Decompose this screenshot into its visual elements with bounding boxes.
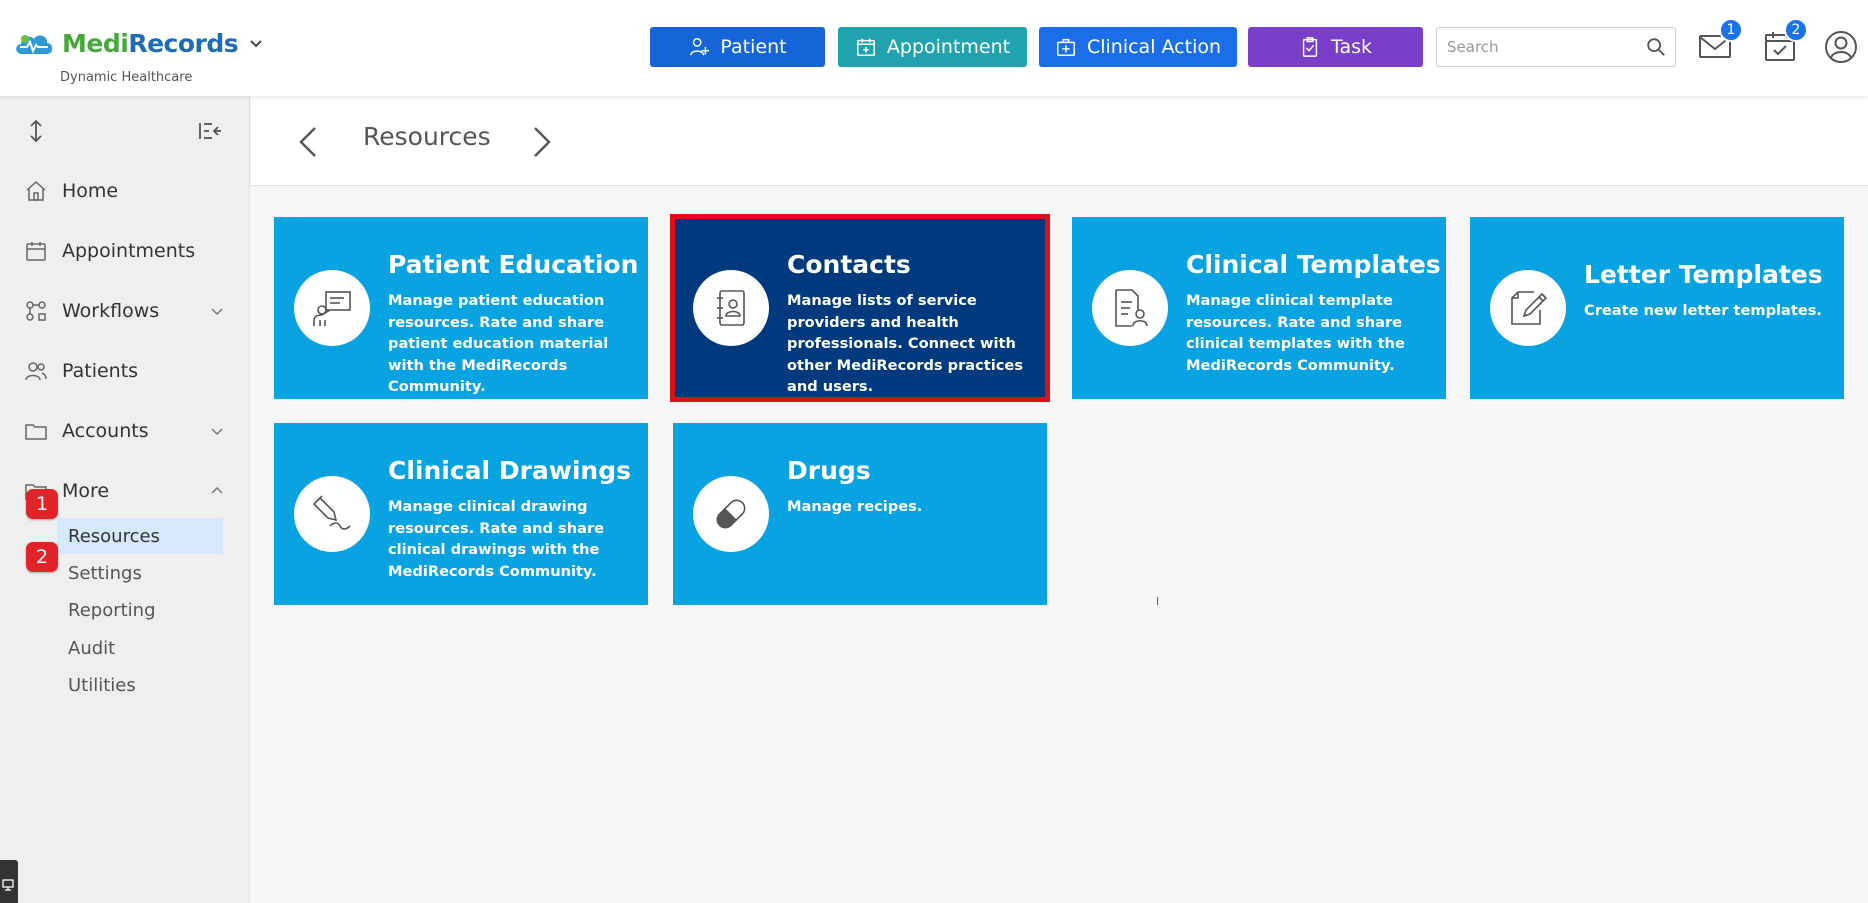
side-toggle-tab[interactable]	[0, 860, 18, 903]
sidebar-item-label: Patients	[62, 360, 139, 382]
user-circle-icon	[1825, 31, 1857, 63]
card-description: Create new letter templates.	[1584, 302, 1822, 319]
card-description: Manage clinical template resources. Rate…	[1186, 292, 1405, 374]
collapse-sidebar-icon[interactable]	[198, 120, 222, 142]
sidebar: Home Appointments Workflows Patients Acc…	[0, 96, 250, 903]
chevron-right-icon[interactable]	[529, 124, 555, 160]
document-user-icon	[1115, 289, 1148, 327]
step-marker-2: 2	[26, 542, 58, 572]
sidebar-subitem-audit[interactable]: Audit	[57, 630, 223, 666]
user-profile-button[interactable]	[1824, 30, 1858, 64]
monitor-icon	[2, 879, 14, 891]
messages-badge: 1	[1719, 18, 1743, 42]
card-icon-circle	[693, 270, 769, 346]
card-description: Manage clinical drawing resources. Rate …	[388, 498, 605, 580]
new-task-button[interactable]: Task	[1248, 27, 1423, 67]
sidebar-subitem-reporting[interactable]: Reporting	[57, 592, 223, 628]
cursor-mark	[1157, 597, 1158, 605]
top-bar: MediRecords Dynamic Healthcare Patient A…	[0, 0, 1868, 96]
new-task-label: Task	[1330, 36, 1372, 58]
medical-kit-icon	[1056, 38, 1075, 56]
chevron-up-icon	[211, 486, 223, 494]
sidebar-item-label: Workflows	[62, 300, 160, 322]
sidebar-item-label: More	[62, 480, 110, 502]
sidebar-item-home[interactable]: Home	[24, 171, 224, 211]
card-patient-education[interactable]: Patient Education Manage patient educati…	[274, 217, 648, 399]
sidebar-subitem-utilities[interactable]: Utilities	[57, 667, 223, 703]
page-header: Resources	[251, 96, 1868, 186]
search-icon[interactable]	[1645, 36, 1667, 58]
sidebar-subitem-resources[interactable]: Resources	[57, 518, 223, 554]
card-title: Drugs	[787, 456, 871, 485]
home-icon	[26, 180, 46, 201]
search-input[interactable]	[1437, 28, 1637, 66]
card-title: Letter Templates	[1584, 260, 1823, 289]
clinical-action-label: Clinical Action	[1086, 36, 1222, 58]
card-title: Patient Education	[388, 250, 639, 279]
new-patient-label: Patient	[720, 36, 787, 58]
calendar-tasks-button[interactable]: 2	[1762, 18, 1808, 64]
sidebar-item-label: Home	[62, 180, 119, 202]
sidebar-item-workflows[interactable]: Workflows	[24, 291, 224, 331]
global-search	[1436, 27, 1676, 67]
user-plus-icon	[690, 38, 710, 56]
folder-icon	[25, 424, 47, 440]
calendar-badge: 2	[1784, 18, 1808, 42]
calendar-icon	[26, 242, 46, 261]
messages-button[interactable]: 1	[1697, 18, 1743, 64]
clipboard-check-icon	[1302, 37, 1318, 57]
edit-note-icon	[1511, 291, 1548, 325]
card-clinical-templates[interactable]: Clinical Templates Manage clinical templ…	[1072, 217, 1446, 399]
calendar-plus-icon	[856, 38, 875, 56]
card-title: Clinical Drawings	[388, 456, 632, 485]
new-appointment-label: Appointment	[886, 36, 1011, 58]
brand-menu[interactable]: MediRecords	[12, 28, 264, 58]
practice-name: Dynamic Healthcare	[60, 70, 193, 85]
card-clinical-drawings[interactable]: Clinical Drawings Manage clinical drawin…	[274, 423, 648, 605]
card-icon-circle	[294, 270, 370, 346]
users-icon	[25, 362, 47, 381]
sidebar-controls	[24, 118, 224, 144]
cloud-logo-icon	[16, 35, 53, 54]
sidebar-item-patients[interactable]: Patients	[24, 351, 224, 391]
card-title: Clinical Templates	[1186, 250, 1441, 279]
sidebar-subitem-settings[interactable]: Settings	[57, 555, 223, 591]
page-title: Resources	[363, 122, 491, 151]
chevron-down-icon	[250, 40, 262, 48]
card-icon-circle	[1092, 270, 1168, 346]
pill-icon	[716, 499, 746, 529]
sidebar-item-label: Appointments	[62, 240, 196, 262]
card-description: Manage recipes.	[787, 498, 923, 515]
card-title: Contacts	[787, 250, 911, 279]
address-book-icon	[717, 290, 745, 326]
chevron-left-icon[interactable]	[295, 124, 321, 160]
pencil-drawing-icon	[312, 495, 351, 530]
new-appointment-button[interactable]: Appointment	[838, 27, 1027, 67]
card-icon-circle	[693, 476, 769, 552]
chevron-down-icon	[211, 428, 223, 436]
card-drugs[interactable]: Drugs Manage recipes.	[673, 423, 1047, 605]
new-patient-button[interactable]: Patient	[650, 27, 825, 67]
workflow-icon	[26, 301, 46, 321]
card-contacts[interactable]: Contacts Manage lists of service provide…	[670, 214, 1050, 402]
card-letter-templates[interactable]: Letter Templates Create new letter templ…	[1470, 217, 1844, 399]
card-icon-circle	[294, 476, 370, 552]
chevron-down-icon	[211, 308, 223, 316]
clinical-action-button[interactable]: Clinical Action	[1039, 27, 1237, 67]
step-marker-1: 1	[26, 489, 58, 519]
sidebar-item-label: Accounts	[62, 420, 149, 442]
card-icon-circle	[1490, 270, 1566, 346]
sidebar-item-accounts[interactable]: Accounts	[24, 411, 224, 451]
resize-vertical-icon[interactable]	[24, 118, 48, 144]
presentation-icon	[313, 291, 351, 326]
card-description: Manage patient education resources. Rate…	[388, 292, 609, 395]
brand-name: MediRecords	[62, 28, 239, 58]
sidebar-item-appointments[interactable]: Appointments	[24, 231, 224, 271]
card-description: Manage lists of service providers and he…	[787, 292, 1024, 395]
